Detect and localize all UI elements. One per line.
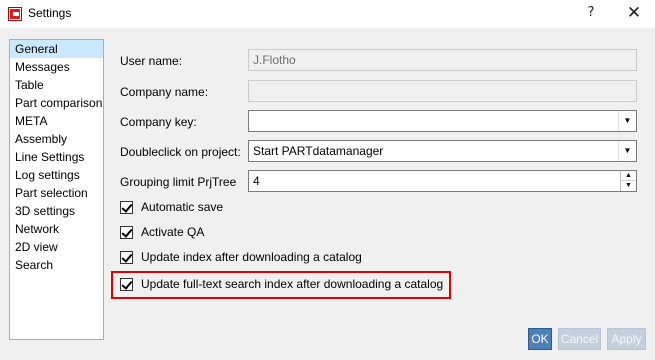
sidebar-item-meta[interactable]: META xyxy=(10,112,103,130)
title-bar: Settings ? ✕ xyxy=(0,0,655,28)
grouping-limit-spinbox[interactable]: 4 ▲ ▼ xyxy=(248,170,637,192)
chevron-down-icon[interactable]: ▼ xyxy=(618,141,636,161)
grouping-limit-label: Grouping limit PrjTree xyxy=(120,175,237,189)
apply-button[interactable]: Apply xyxy=(607,328,646,350)
user-name-field: J.Flotho xyxy=(248,49,637,71)
sidebar-item-search[interactable]: Search xyxy=(10,256,103,274)
sidebar-item-part-comparison[interactable]: Part comparison xyxy=(10,94,103,112)
sidebar-item-line-settings[interactable]: Line Settings xyxy=(10,148,103,166)
sidebar-item-assembly[interactable]: Assembly xyxy=(10,130,103,148)
doubleclick-value: Start PARTdatamanager xyxy=(253,144,384,158)
company-name-field xyxy=(248,80,637,102)
checkbox-checked-icon[interactable] xyxy=(120,251,133,264)
sidebar-item-3d-settings[interactable]: 3D settings xyxy=(10,202,103,220)
sidebar-item-part-selection[interactable]: Part selection xyxy=(10,184,103,202)
grouping-limit-value: 4 xyxy=(253,174,260,188)
checkbox-checked-icon[interactable] xyxy=(120,226,133,239)
activate-qa-label: Activate QA xyxy=(141,225,205,239)
spin-up-icon[interactable]: ▲ xyxy=(621,171,636,181)
automatic-save-label: Automatic save xyxy=(141,200,224,214)
sidebar-item-messages[interactable]: Messages xyxy=(10,58,103,76)
spin-down-icon[interactable]: ▼ xyxy=(621,181,636,191)
sidebar-item-2d-view[interactable]: 2D view xyxy=(10,238,103,256)
ok-button[interactable]: OK xyxy=(528,328,552,350)
checkbox-checked-icon[interactable] xyxy=(120,278,133,291)
user-name-label: User name: xyxy=(120,54,183,68)
sidebar-item-network[interactable]: Network xyxy=(10,220,103,238)
company-key-combo[interactable]: ▼ xyxy=(248,110,637,132)
update-index-label: Update index after downloading a catalog xyxy=(141,250,362,264)
window-title: Settings xyxy=(28,6,72,20)
cancel-button[interactable]: Cancel xyxy=(558,328,601,350)
spin-buttons: ▲ ▼ xyxy=(620,171,636,191)
sidebar-item-table[interactable]: Table xyxy=(10,76,103,94)
sidebar-item-log-settings[interactable]: Log settings xyxy=(10,166,103,184)
doubleclick-label: Doubleclick on project: xyxy=(120,145,241,159)
chevron-down-icon[interactable]: ▼ xyxy=(618,111,636,131)
sidebar-item-general[interactable]: General xyxy=(10,40,103,58)
settings-dialog: Settings ? ✕ General Messages Table Part… xyxy=(0,0,655,360)
checkbox-checked-icon[interactable] xyxy=(120,201,133,214)
help-button[interactable]: ? xyxy=(580,3,602,23)
settings-category-list[interactable]: General Messages Table Part comparison M… xyxy=(9,39,104,340)
company-name-label: Company name: xyxy=(120,85,209,99)
app-logo-icon xyxy=(8,7,22,21)
update-fulltext-index-label: Update full-text search index after down… xyxy=(141,277,444,291)
close-button[interactable]: ✕ xyxy=(623,3,645,23)
doubleclick-combo[interactable]: Start PARTdatamanager ▼ xyxy=(248,140,637,162)
company-key-label: Company key: xyxy=(120,115,197,129)
